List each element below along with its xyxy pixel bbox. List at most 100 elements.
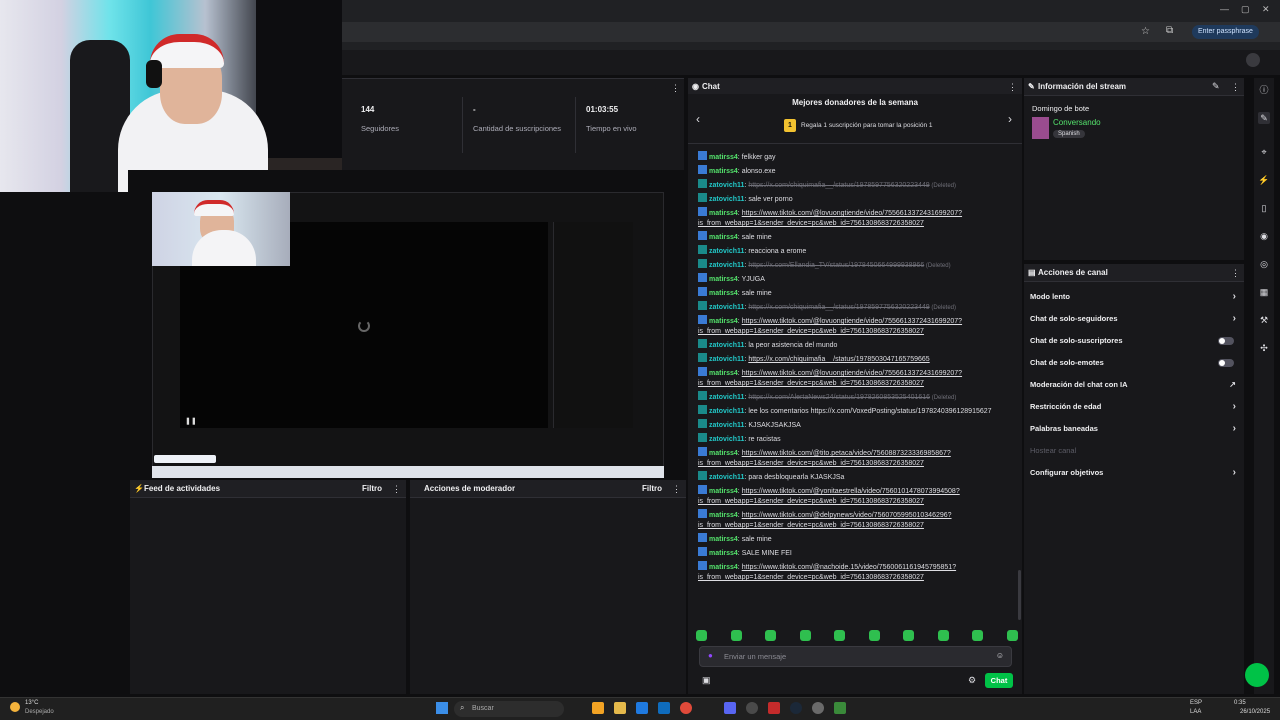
- app-icon[interactable]: [592, 702, 604, 714]
- more-options-icon[interactable]: ⋮: [672, 484, 681, 495]
- broadcast-icon[interactable]: ◎: [1258, 258, 1270, 270]
- chevron-left-icon[interactable]: ‹: [696, 112, 700, 126]
- chat-username[interactable]: zatovich11: [709, 342, 744, 349]
- chat-username[interactable]: matirss4: [709, 370, 738, 377]
- mic-icon[interactable]: ●: [708, 651, 713, 660]
- bookmark-star-icon[interactable]: ☆: [1141, 26, 1150, 37]
- emote-icon[interactable]: [730, 630, 742, 641]
- category-thumbnail[interactable]: [1032, 117, 1049, 139]
- tools-icon[interactable]: ⚒: [1258, 314, 1270, 326]
- chat-username[interactable]: matirss4: [709, 550, 738, 557]
- obs-icon[interactable]: [746, 702, 758, 714]
- chat-username[interactable]: matirss4: [709, 512, 738, 519]
- more-options-icon[interactable]: ⋮: [1008, 82, 1017, 93]
- chat-username[interactable]: zatovich11: [709, 304, 744, 311]
- maximize-icon[interactable]: ▢: [1241, 4, 1250, 15]
- chat-scrollbar[interactable]: [1018, 570, 1021, 620]
- emote-icon[interactable]: [799, 630, 811, 641]
- chat-username[interactable]: zatovich11: [709, 436, 744, 443]
- chat-username[interactable]: zatovich11: [709, 182, 744, 189]
- taskbar-search[interactable]: ⌕ Buscar: [454, 701, 564, 717]
- chevron-right-icon[interactable]: ›: [1008, 112, 1012, 126]
- chat-username[interactable]: matirss4: [709, 290, 738, 297]
- minimize-icon[interactable]: —: [1220, 4, 1229, 14]
- channel-action-item[interactable]: Palabras baneadas ›: [1030, 420, 1238, 438]
- chat-username[interactable]: zatovich11: [709, 356, 744, 363]
- emote-picker-icon[interactable]: ☺: [996, 651, 1004, 660]
- extensions-icon[interactable]: ⧉: [1166, 25, 1173, 36]
- clock-time[interactable]: 0:35: [1234, 700, 1246, 706]
- chat-username[interactable]: matirss4: [709, 154, 738, 161]
- channel-action-item[interactable]: Chat de solo-suscriptores: [1030, 332, 1238, 350]
- chat-username[interactable]: matirss4: [709, 536, 738, 543]
- weather-icon[interactable]: [10, 702, 20, 712]
- edit-icon[interactable]: ✎: [1212, 81, 1220, 92]
- extensions-icon[interactable]: ✣: [1258, 342, 1270, 354]
- chat-username[interactable]: zatovich11: [709, 422, 744, 429]
- target-icon[interactable]: ⌖: [1258, 146, 1270, 158]
- gift-icon[interactable]: ▣: [702, 675, 711, 686]
- chat-username[interactable]: zatovich11: [709, 408, 744, 415]
- outlook-icon[interactable]: [658, 702, 670, 714]
- emote-icon[interactable]: [765, 630, 777, 641]
- help-chat-icon[interactable]: [1245, 663, 1269, 687]
- send-chat-button[interactable]: Chat: [985, 673, 1013, 688]
- emote-icon[interactable]: [696, 630, 707, 641]
- chat-link[interactable]: https://x.com/chiquimafia__/status/19785…: [748, 356, 929, 363]
- chat-username[interactable]: zatovich11: [709, 196, 744, 203]
- windows-start-icon[interactable]: [436, 702, 448, 714]
- emote-icon[interactable]: [1006, 630, 1018, 641]
- channel-action-item[interactable]: Moderación del chat con IA ↗: [1030, 376, 1238, 394]
- chat-username[interactable]: matirss4: [709, 450, 738, 457]
- more-options-icon[interactable]: ⋮: [392, 484, 401, 495]
- pause-icon[interactable]: ❚❚: [185, 417, 197, 425]
- mod-filter-button[interactable]: Filtro: [642, 480, 662, 498]
- passphrase-button[interactable]: Enter passphrase: [1192, 25, 1259, 39]
- category-link[interactable]: Conversando: [1053, 118, 1101, 127]
- toggle-switch[interactable]: [1218, 359, 1234, 367]
- chat-username[interactable]: matirss4: [709, 488, 738, 495]
- chat-username[interactable]: zatovich11: [709, 262, 744, 269]
- chat-username[interactable]: matirss4: [709, 210, 738, 217]
- address-bar[interactable]: [342, 22, 1280, 42]
- chat-input-field[interactable]: ● Enviar un mensaje ☺: [699, 646, 1012, 667]
- emote-icon[interactable]: [868, 630, 880, 641]
- channel-action-item[interactable]: Chat de solo-emotes: [1030, 354, 1238, 372]
- emote-icon[interactable]: [972, 630, 984, 641]
- bolt-icon[interactable]: ⚡: [1258, 174, 1270, 186]
- chat-username[interactable]: matirss4: [709, 276, 738, 283]
- document-icon[interactable]: ▯: [1258, 202, 1270, 214]
- toggle-switch[interactable]: [1218, 337, 1234, 345]
- chat-username[interactable]: zatovich11: [709, 394, 744, 401]
- close-icon[interactable]: ✕: [1262, 4, 1270, 15]
- app-icon[interactable]: [768, 702, 780, 714]
- steam-icon[interactable]: [790, 702, 802, 714]
- chat-username[interactable]: matirss4: [709, 318, 738, 325]
- channel-action-item[interactable]: Restricción de edad ›: [1030, 398, 1238, 416]
- layout-icon[interactable]: ▦: [1258, 286, 1270, 298]
- emote-icon[interactable]: [903, 630, 915, 641]
- lang-code[interactable]: ESP: [1190, 700, 1202, 706]
- minecraft-icon[interactable]: [834, 702, 846, 714]
- discord-icon[interactable]: [724, 702, 736, 714]
- more-options-icon[interactable]: ⋮: [1231, 82, 1240, 93]
- more-options-icon[interactable]: ⋮: [671, 83, 680, 94]
- info-icon[interactable]: ⓘ: [1258, 84, 1270, 96]
- pencil-icon[interactable]: ✎: [1258, 112, 1270, 124]
- channel-action-item[interactable]: Chat de solo-seguidores ›: [1030, 310, 1238, 328]
- chat-username[interactable]: matirss4: [709, 564, 738, 571]
- more-options-icon[interactable]: ⋮: [1231, 268, 1240, 279]
- avatar[interactable]: [1246, 53, 1260, 67]
- channel-action-item[interactable]: Configurar objetivos ›: [1030, 464, 1238, 482]
- app-icon[interactable]: [636, 702, 648, 714]
- chrome-icon[interactable]: [680, 702, 692, 714]
- channel-action-item[interactable]: Modo lento ›: [1030, 288, 1238, 306]
- file-explorer-icon[interactable]: [614, 702, 626, 714]
- feed-filter-button[interactable]: Filtro: [362, 480, 382, 498]
- chat-username[interactable]: zatovich11: [709, 248, 744, 255]
- chat-username[interactable]: matirss4: [709, 234, 738, 241]
- chat-username[interactable]: matirss4: [709, 168, 738, 175]
- gear-icon[interactable]: ⚙: [968, 675, 976, 686]
- chat-icon[interactable]: ◉: [1258, 230, 1270, 242]
- chat-username[interactable]: zatovich11: [709, 474, 744, 481]
